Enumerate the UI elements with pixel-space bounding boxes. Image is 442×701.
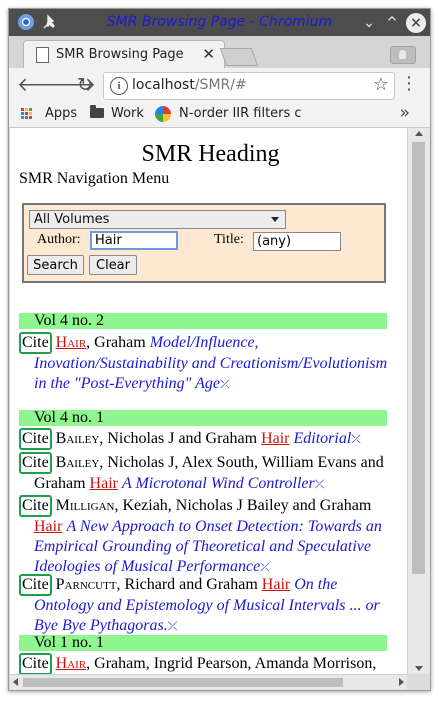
article-title-link[interactable]: A New Approach to Onset Detection: Towar…: [34, 518, 382, 575]
volume-header: Vol 4 no. 2: [19, 313, 387, 329]
author-highlight[interactable]: Hair: [261, 430, 289, 447]
tab-close-icon[interactable]: ✕: [202, 45, 215, 63]
cite-button[interactable]: Cite: [19, 495, 52, 517]
browser-window: SMR Browsing Page - Chromium ⌄ ^ × SMR B…: [8, 8, 431, 691]
open-link-icon[interactable]: ⤫: [260, 560, 270, 574]
author-highlight[interactable]: Hair: [56, 334, 87, 351]
author-input[interactable]: Hair: [90, 231, 178, 250]
folder-icon: [90, 105, 104, 118]
search-button[interactable]: Search: [27, 255, 84, 275]
list-item: Cite Hair, Graham, Ingrid Pearson, Amand…: [19, 653, 389, 674]
tab-strip: SMR Browsing Page ✕: [9, 36, 430, 69]
scroll-corner: [407, 674, 430, 690]
menu-icon[interactable]: ⋮: [400, 73, 418, 94]
cite-button[interactable]: Cite: [19, 428, 52, 450]
list-item: Cite Milligan, Keziah, Nicholas J Bailey…: [19, 495, 389, 577]
search-form: All Volumes Author: Hair Title: (any) Se…: [22, 203, 386, 283]
bookmark-iir-filters[interactable]: N-order IIR filters c: [179, 106, 302, 121]
title-bar: SMR Browsing Page - Chromium ⌄ ^ ×: [9, 9, 430, 36]
open-link-icon[interactable]: ⤫: [351, 432, 361, 446]
scroll-up-icon[interactable]: [415, 131, 423, 136]
author-highlight[interactable]: Hair: [34, 518, 62, 535]
cite-button[interactable]: Cite: [19, 574, 52, 596]
scroll-down-icon[interactable]: [415, 666, 423, 671]
author-label: Author:: [37, 232, 81, 247]
author-highlight[interactable]: Hair: [56, 655, 87, 672]
bookmarks-bar: Apps Work N-order IIR filters c »: [9, 102, 430, 128]
profile-icon[interactable]: [390, 46, 416, 64]
volume-header: Vol 4 no. 1: [19, 410, 387, 426]
scroll-left-icon[interactable]: [13, 678, 18, 686]
title-label: Title:: [214, 232, 244, 247]
article-title-link[interactable]: Editorial: [294, 430, 352, 447]
cite-button[interactable]: Cite: [19, 452, 52, 474]
list-item: Cite Bailey, Nicholas J and Graham Hair …: [19, 428, 389, 450]
apps-icon: [21, 108, 33, 120]
page-content: SMR Heading SMR Navigation Menu All Volu…: [10, 128, 407, 674]
back-icon[interactable]: 🡐: [17, 73, 68, 97]
maximize-icon[interactable]: ^: [382, 13, 402, 33]
horizontal-scroll-thumb[interactable]: [23, 678, 343, 687]
forward-icon[interactable]: 🡒: [45, 73, 96, 97]
new-tab-button[interactable]: [219, 48, 259, 66]
open-link-icon[interactable]: ⤫: [220, 377, 230, 391]
info-icon[interactable]: i: [110, 77, 128, 95]
address-bar[interactable]: i localhost/SMR/# ☆: [103, 72, 395, 100]
clear-button[interactable]: Clear: [89, 255, 137, 275]
tab-smr-browsing-page[interactable]: SMR Browsing Page ✕: [23, 40, 225, 69]
author-highlight[interactable]: Hair: [90, 475, 118, 492]
navigation-menu[interactable]: SMR Navigation Menu: [19, 170, 169, 188]
close-window-icon[interactable]: ×: [406, 13, 426, 33]
article-title-link[interactable]: A Microtonal Wind Controller: [122, 475, 315, 492]
horizontal-scrollbar[interactable]: [10, 674, 407, 690]
bookmarks-overflow-icon[interactable]: »: [400, 103, 410, 123]
bookmark-work[interactable]: Work: [111, 106, 144, 121]
bookmark-star-icon[interactable]: ☆: [373, 74, 389, 95]
bookmark-apps[interactable]: Apps: [45, 106, 77, 121]
title-input[interactable]: (any): [253, 232, 341, 251]
cite-button[interactable]: Cite: [19, 653, 52, 674]
cite-button[interactable]: Cite: [19, 332, 52, 354]
list-item: Cite Bailey, Nicholas J, Alex South, Wil…: [19, 452, 389, 494]
toolbar: 🡐 🡒 ↻ i localhost/SMR/# ☆ ⋮: [9, 68, 430, 102]
url-text: localhost/SMR/#: [132, 77, 247, 93]
tab-label: SMR Browsing Page: [56, 47, 184, 62]
minimize-icon[interactable]: ⌄: [359, 13, 379, 33]
site-favicon-icon: [155, 106, 171, 122]
open-link-icon[interactable]: ⤫: [315, 477, 325, 491]
list-item: Cite Hair, Graham Model/Influence, Inova…: [19, 332, 389, 394]
vertical-scrollbar[interactable]: [407, 128, 430, 674]
document-icon: [36, 47, 49, 63]
volume-select[interactable]: All Volumes: [29, 210, 286, 229]
open-link-icon[interactable]: ⤫: [168, 619, 178, 633]
author-highlight[interactable]: Hair: [262, 576, 290, 593]
page-heading: SMR Heading: [141, 141, 280, 167]
reload-icon[interactable]: ↻: [73, 73, 97, 97]
list-item: Cite Parncutt, Richard and Graham Hair O…: [19, 574, 389, 636]
vertical-scroll-thumb[interactable]: [412, 142, 425, 574]
volume-header: Vol 1 no. 1: [19, 635, 387, 651]
dropdown-arrow-icon: [271, 217, 279, 222]
scroll-right-icon[interactable]: [399, 678, 404, 686]
